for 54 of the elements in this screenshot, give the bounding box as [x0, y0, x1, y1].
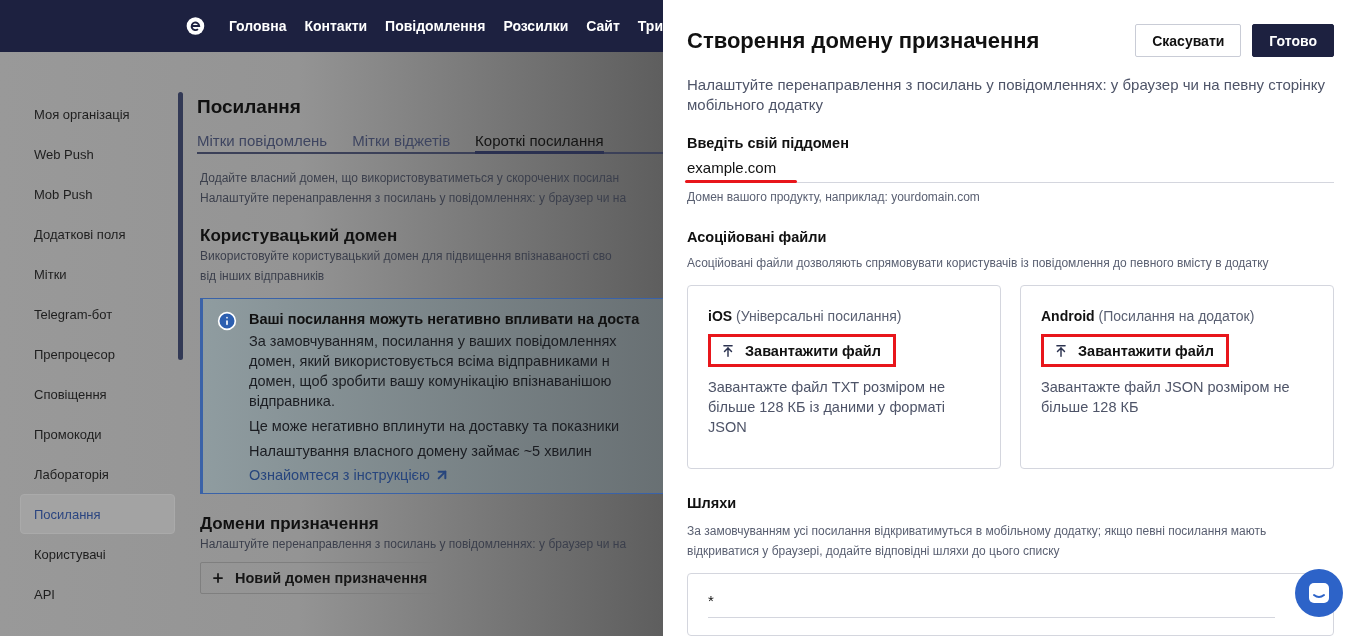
- sidebar-item[interactable]: Препроцесор: [20, 334, 175, 374]
- panel-description: Налаштуйте перенаправлення з посилань у повідомленнях: у браузер чи на певну сторінку мобільного додатку: [687, 75, 1326, 115]
- sidebar-item[interactable]: Web Push: [20, 134, 175, 174]
- section-heading: Шляхи: [687, 495, 738, 511]
- nav-link[interactable]: Сайт: [586, 18, 620, 34]
- field-label: Введіть свій піддомен: [687, 135, 850, 151]
- card-note: Завантажте файл JSON розміром не більше 128 КБ: [1041, 378, 1291, 417]
- nav-link[interactable]: Розсилки: [503, 18, 569, 34]
- sidebar-item[interactable]: Сповіщення: [20, 374, 175, 414]
- section-heading: Користувацький домен: [199, 226, 399, 246]
- upload-icon: [1054, 343, 1068, 358]
- done-button[interactable]: Готово: [1252, 24, 1334, 57]
- plus-icon: [211, 571, 225, 585]
- alert-text: Це може негативно вплинути на доставку та показники: [249, 417, 621, 436]
- upload-icon: [721, 343, 735, 358]
- section-description: від інших відправників: [199, 268, 326, 285]
- alert-text: відправника.: [249, 392, 336, 411]
- alert-text: домен, щоб зробити вашу комунікацію впізнаванішою: [249, 372, 613, 391]
- nav-link[interactable]: Головна: [228, 18, 287, 34]
- path-field[interactable]: *: [708, 586, 1275, 618]
- field-hint: Домен вашого продукту, наприклад: yourdomain.com: [687, 189, 981, 206]
- nav-link[interactable]: Повідомлення: [385, 18, 486, 34]
- nav-link[interactable]: Контакти: [304, 18, 368, 34]
- tab[interactable]: Короткі посилання: [475, 132, 604, 154]
- tab[interactable]: Мітки повідомлень: [197, 132, 328, 154]
- sidebar-item[interactable]: Користувачі: [20, 534, 175, 574]
- section-heading: Асоційовані файли: [687, 229, 828, 245]
- sidebar-item[interactable]: Посилання: [20, 494, 175, 534]
- cancel-button[interactable]: Скасувати: [1135, 24, 1242, 57]
- sidebar-item[interactable]: Мітки: [20, 254, 175, 294]
- card-note: Завантажте файл TXT розміром не більше 128 КБ із даними у форматі JSON: [708, 378, 947, 437]
- sidebar-item[interactable]: Додаткові поля: [20, 214, 175, 254]
- sidebar-item[interactable]: Лабораторія: [20, 454, 175, 494]
- upload-button[interactable]: Завантажити файл: [708, 334, 896, 367]
- alert-text: домен, який використовується всіма відправниками н: [249, 352, 611, 371]
- nav-link[interactable]: Три: [637, 18, 663, 34]
- sidebar-item[interactable]: Моя організація: [20, 94, 175, 134]
- section-description: За замовчуванням усі посилання відкриватимуться в мобільному додатку; якщо певні посилання мають відкриватися у браузері, додайте відповідні шляхи до цього списку: [687, 523, 1268, 560]
- sidebar-item[interactable]: API: [20, 574, 175, 614]
- card-title: Android (Посилання на додаток): [1041, 308, 1256, 324]
- card-title: iOS (Універсальні посилання): [708, 308, 903, 324]
- upload-button[interactable]: Завантажити файл: [1041, 334, 1229, 367]
- sidebar-item[interactable]: Mob Push: [20, 174, 175, 214]
- section-heading: Домени призначення: [199, 514, 380, 534]
- sidebar-item[interactable]: Telegram-бот: [20, 294, 175, 334]
- chat-bubble-icon: [1307, 581, 1331, 605]
- sidebar-item[interactable]: Промокоди: [20, 414, 175, 454]
- alert-title: Ваші посилання можуть негативно впливати на доста: [249, 311, 640, 327]
- panel-title: Створення домену призначення: [687, 27, 1041, 54]
- section-description: Асоційовані файли дозволяють спрямовувати користувачів із повідомлення до певного вмісту в додатку: [687, 255, 1270, 272]
- alert-text: Налаштування власного домену займає ~5 хвилин: [249, 442, 593, 461]
- page-title: Посилання: [197, 96, 302, 118]
- alert-text: За замовчуванням, посилання у ваших повідомленнях: [249, 332, 618, 351]
- info-icon: [217, 311, 237, 331]
